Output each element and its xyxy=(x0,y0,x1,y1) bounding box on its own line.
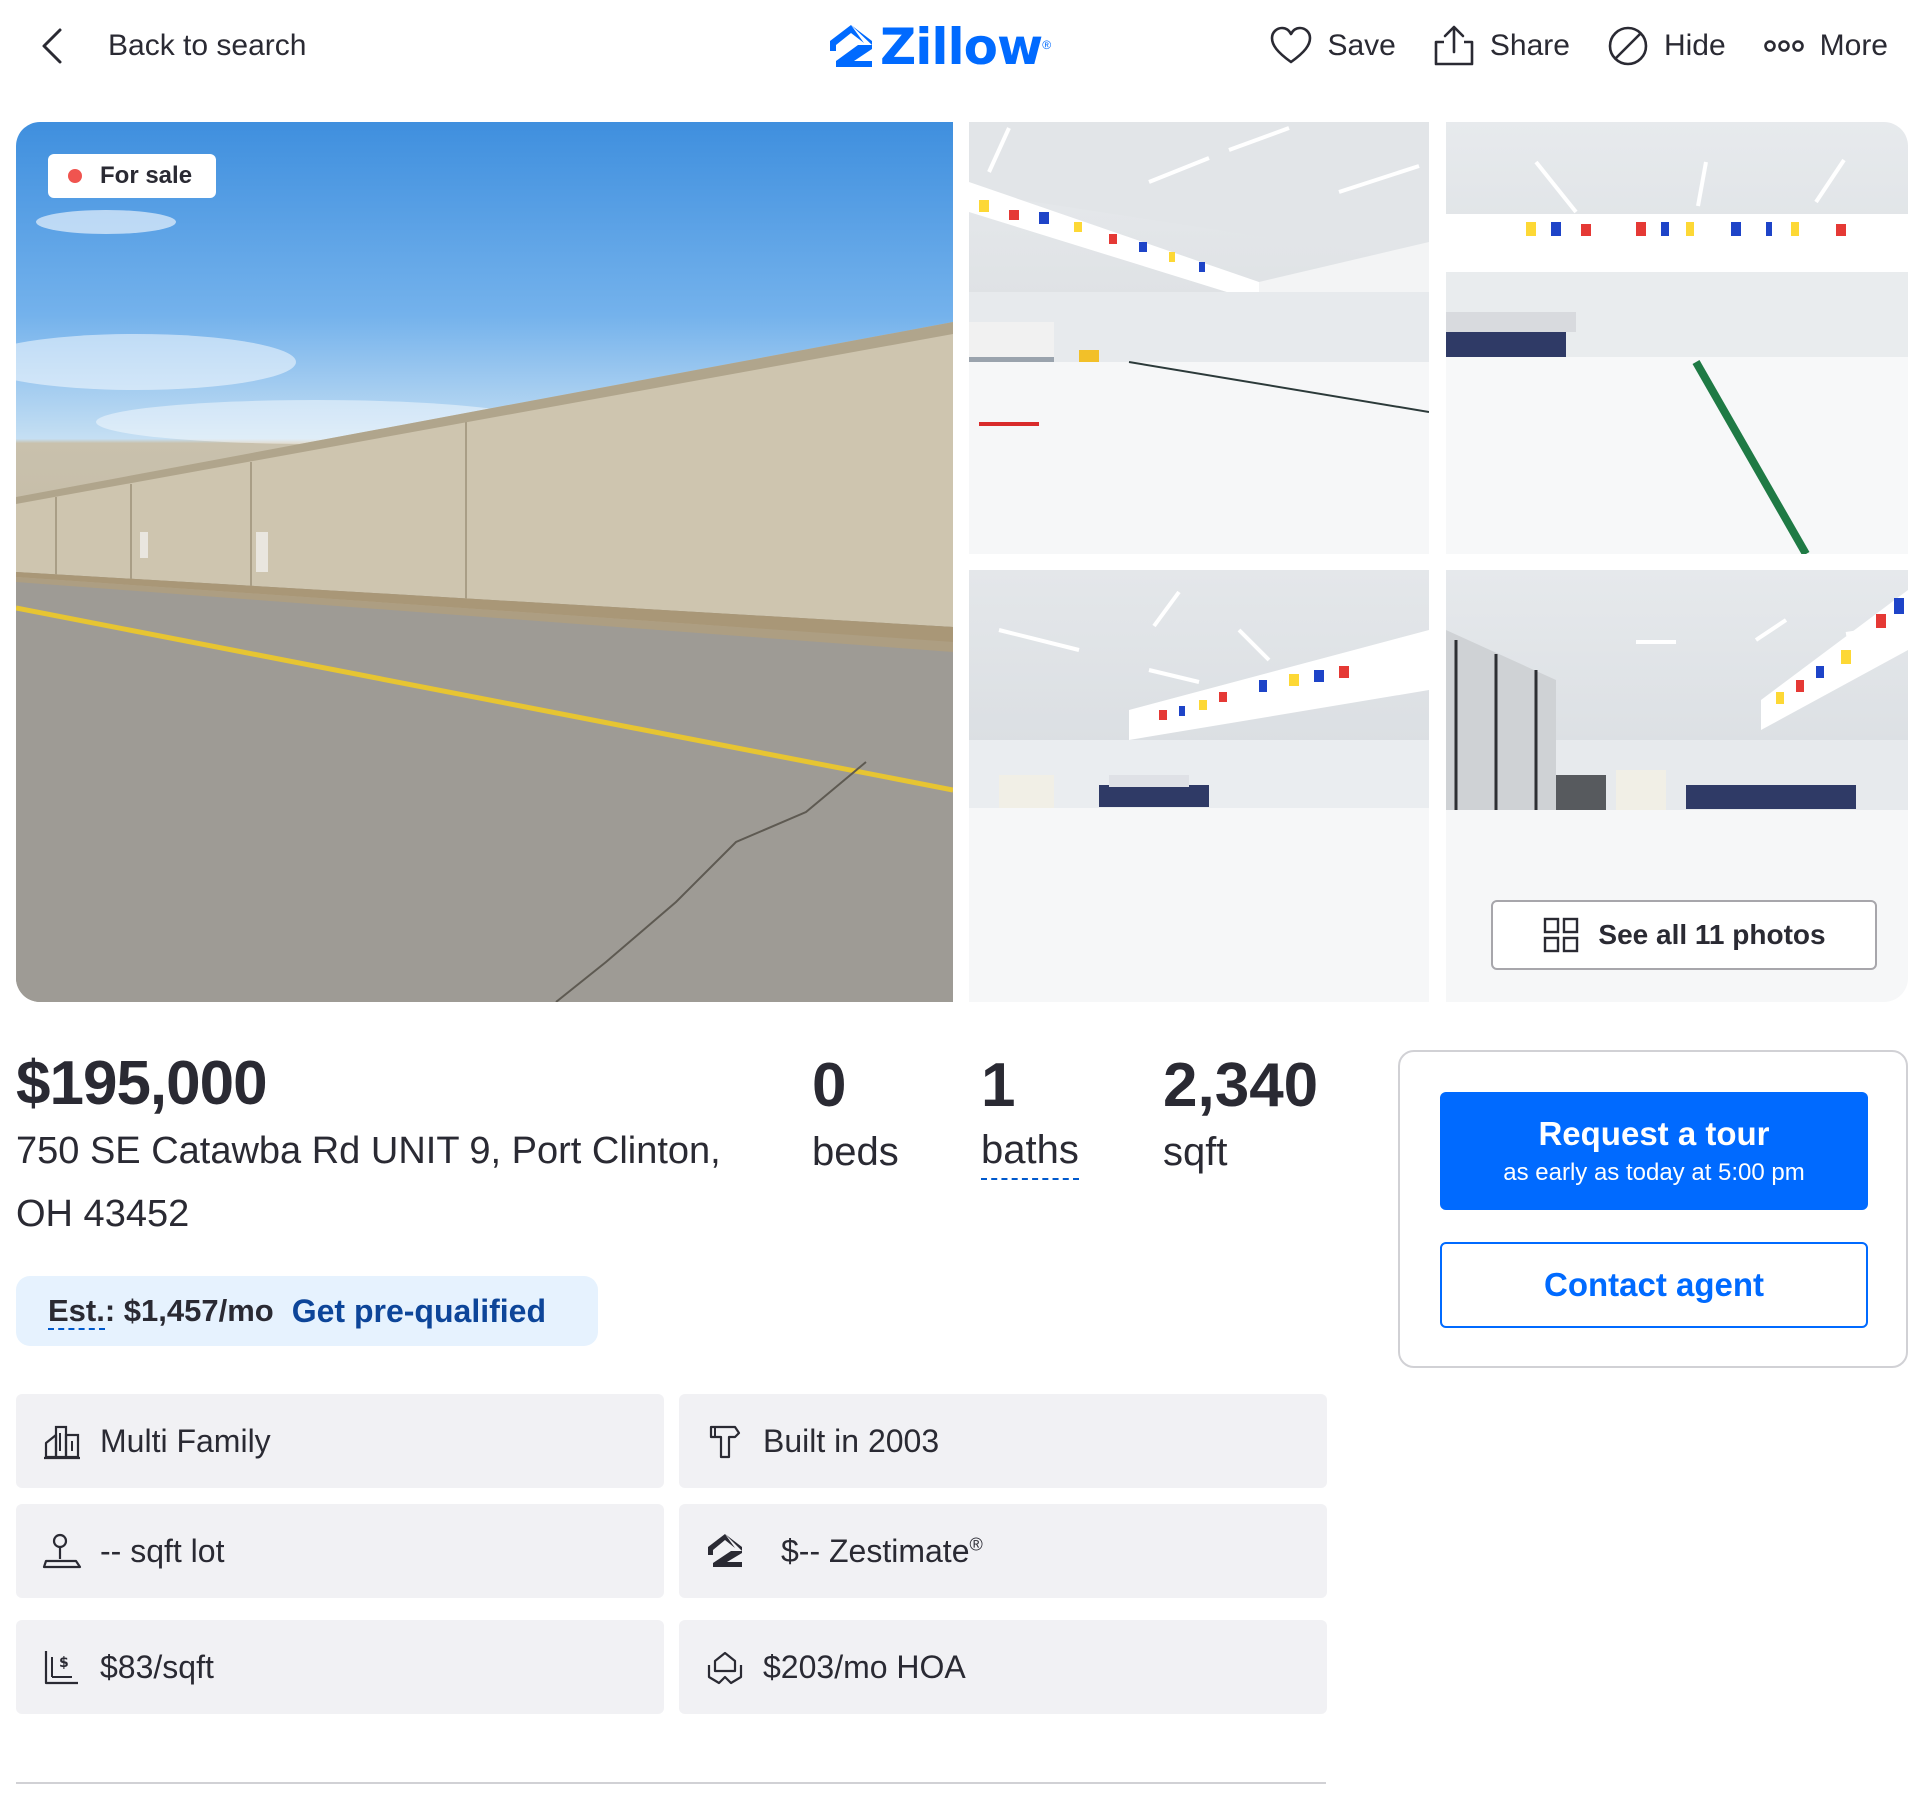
listing-address: 750 SE Catawba Rd UNIT 9, Port Clinton, … xyxy=(16,1130,721,1235)
zillow-logo[interactable]: Zillow ® xyxy=(828,18,1051,76)
share-label: Share xyxy=(1489,29,1570,62)
fact-year-built: Built in 2003 xyxy=(679,1394,1327,1488)
sqft-label: sqft xyxy=(1163,1130,1228,1174)
share-icon xyxy=(1434,25,1474,66)
hangar-interior-illustration-1 xyxy=(969,122,1429,554)
beds-label: beds xyxy=(812,1130,899,1174)
price-per-sqft-icon: $ xyxy=(44,1651,78,1685)
lot-icon xyxy=(42,1533,82,1569)
monthly-estimate-banner: Est.: $1,457/mo Get pre-qualified xyxy=(16,1276,598,1346)
hangar-interior-illustration-2 xyxy=(1446,158,1908,554)
back-to-search-label: Back to search xyxy=(108,29,307,62)
more-icon xyxy=(1763,40,1804,52)
section-divider xyxy=(16,1782,1326,1784)
more-label: More xyxy=(1819,29,1888,62)
listing-actions: Save Share Hide More xyxy=(1233,22,1888,70)
grid-icon xyxy=(1544,917,1579,953)
see-all-photos-label: See all 11 photos xyxy=(1598,919,1826,950)
svg-text:$: $ xyxy=(59,1655,69,1671)
fact-home-type-text: Multi Family xyxy=(100,1422,271,1459)
estimate-amount: : $1,457/mo xyxy=(104,1293,274,1328)
hammer-icon xyxy=(709,1425,741,1459)
baths-label[interactable]: baths xyxy=(981,1124,1079,1180)
fact-hoa: $203/mo HOA xyxy=(679,1620,1327,1714)
save-label: Save xyxy=(1327,29,1396,62)
fact-home-type: Multi Family xyxy=(16,1394,664,1488)
beds-stat: 0 beds xyxy=(812,1054,899,1180)
hangar-interior-illustration-3 xyxy=(969,590,1429,1002)
hide-label: Hide xyxy=(1663,29,1726,62)
hoa-icon xyxy=(707,1651,743,1685)
more-button[interactable]: More xyxy=(1760,22,1888,70)
contact-agent-label: Contact agent xyxy=(1543,1266,1764,1303)
fact-price-per-sqft: $ $83/sqft xyxy=(16,1620,664,1714)
chevron-left-icon xyxy=(42,28,62,64)
hide-icon xyxy=(1608,26,1648,66)
fact-zestimate-text: $-- Zestimate® xyxy=(763,1533,983,1570)
fact-hoa-text: $203/mo HOA xyxy=(763,1648,966,1685)
back-to-search-link[interactable]: Back to search xyxy=(36,22,306,70)
request-tour-label: Request a tour xyxy=(1538,1115,1770,1152)
fact-zestimate[interactable]: $-- Zestimate® xyxy=(679,1504,1327,1598)
request-tour-subtitle: as early as today at 5:00 pm xyxy=(1503,1159,1805,1186)
hide-button[interactable]: Hide xyxy=(1604,22,1726,70)
hangar-exterior-illustration xyxy=(16,210,953,1002)
baths-count: 1 xyxy=(981,1051,1016,1120)
request-tour-button[interactable]: Request a tour as early as today at 5:00… xyxy=(1440,1092,1868,1210)
fact-lot-size: -- sqft lot xyxy=(16,1504,664,1598)
contact-card: Request a tour as early as today at 5:00… xyxy=(1398,1050,1908,1368)
baths-stat[interactable]: 1 baths xyxy=(981,1054,1079,1180)
estimate-prefix[interactable]: Est. xyxy=(48,1293,105,1330)
sqft-count: 2,340 xyxy=(1163,1051,1319,1120)
sqft-stat: 2,340 sqft xyxy=(1163,1054,1318,1180)
photo-gallery: For sale See all 11 photos xyxy=(16,122,1908,1002)
building-icon xyxy=(44,1425,80,1460)
beds-count: 0 xyxy=(812,1051,847,1120)
hangar-interior-photo-3[interactable] xyxy=(969,570,1429,1002)
save-button[interactable]: Save xyxy=(1267,22,1396,70)
fact-year-built-text: Built in 2003 xyxy=(763,1422,940,1459)
get-pre-qualified-link[interactable]: Get pre-qualified xyxy=(292,1293,546,1330)
zillow-logo-icon xyxy=(830,25,872,67)
share-button[interactable]: Share xyxy=(1430,22,1570,70)
hangar-interior-photo-1[interactable] xyxy=(969,122,1429,554)
top-bar: Back to search Zillow ® Save Share Hide … xyxy=(0,0,1920,96)
fact-zestimate-value: $-- Zestimate xyxy=(781,1532,970,1569)
status-dot-icon xyxy=(68,169,82,183)
see-all-photos-button[interactable]: See all 11 photos xyxy=(1491,900,1877,970)
hangar-exterior-photo[interactable]: For sale xyxy=(16,122,953,1002)
zestimate-icon xyxy=(708,1534,742,1567)
zillow-logo-registered: ® xyxy=(1042,38,1052,52)
heart-icon xyxy=(1271,26,1312,64)
fact-price-per-sqft-text: $83/sqft xyxy=(100,1648,214,1685)
for-sale-badge: For sale xyxy=(48,154,217,198)
listing-price: $195,000 xyxy=(16,1049,268,1118)
for-sale-label: For sale xyxy=(100,162,193,189)
fact-lot-size-text: -- sqft lot xyxy=(100,1532,225,1569)
contact-agent-button[interactable]: Contact agent xyxy=(1440,1242,1868,1328)
zillow-logo-text: Zillow xyxy=(880,18,1043,76)
hangar-interior-photo-2[interactable] xyxy=(1446,122,1908,554)
fact-zestimate-registered: ® xyxy=(969,1533,983,1554)
monthly-estimate-label[interactable]: Est.: $1,457/mo xyxy=(48,1293,274,1330)
